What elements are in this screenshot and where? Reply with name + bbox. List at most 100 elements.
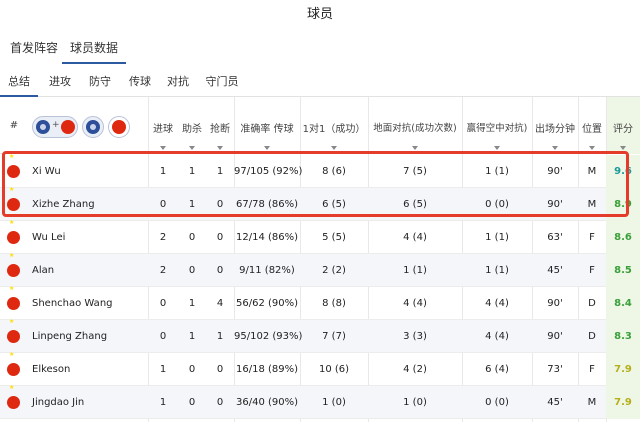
cell-rating: 7.9 — [606, 386, 640, 419]
sub-tabs: 总结 进攻 防守 传球 对抗 守门员 — [0, 68, 640, 97]
china-flag-icon — [7, 351, 20, 376]
cell-goals: 2 — [159, 265, 167, 276]
tab-goalkeeper[interactable]: 守门员 — [204, 68, 240, 97]
cell-assists: 1 — [188, 298, 196, 309]
header-ground-duels[interactable]: 地面对抗(成功次数) — [368, 97, 462, 154]
table-row[interactable]: Elkeson 1 0 0 16/18 (89%) 10 (6) 4 (2) 6 (4) 73'… — [0, 351, 640, 386]
header-rating[interactable]: 评分 — [606, 97, 640, 154]
tab-attack[interactable]: 进攻 — [46, 68, 74, 97]
cell-tackles: 1 — [216, 166, 224, 177]
player-name[interactable]: Xizhe Zhang — [32, 188, 146, 221]
header-aerial-duels[interactable]: 赢得空中对抗) — [462, 97, 532, 154]
table-row[interactable]: Xizhe Zhang 0 1 0 67/78 (86%) 6 (5) 6 (5) 0 (0)… — [0, 186, 640, 221]
cell-aerial-duels: 0 (0) — [485, 397, 509, 408]
cell-goals: 1 — [159, 166, 167, 177]
header-minutes[interactable]: 出场分钟 — [532, 97, 578, 154]
cell-tackles: 1 — [216, 331, 224, 342]
cell-goals: 0 — [159, 298, 167, 309]
cell-rating: 8.3 — [606, 320, 640, 353]
header-tackles[interactable]: 抢断 — [206, 97, 234, 154]
cell-passing: 36/40 (90%) — [235, 397, 299, 408]
header-assists[interactable]: 助杀 — [178, 97, 206, 154]
cell-rating: 8.4 — [606, 287, 640, 320]
header-1v1[interactable]: 1对1（成功） — [300, 97, 368, 154]
cell-minutes: 73' — [547, 364, 563, 375]
cell-1v1: 8 (6) — [322, 166, 346, 177]
china-flag-icon — [112, 120, 126, 134]
cell-ground-duels: 3 (3) — [403, 331, 427, 342]
cell-rating: 8.6 — [606, 221, 640, 254]
table-row[interactable]: Linpeng Zhang 0 1 1 95/102 (93%) 7 (7) 3 (3) 4 … — [0, 318, 640, 353]
cell-rating: 8.9 — [606, 188, 640, 221]
plus-sign: + — [52, 120, 60, 130]
cell-aerial-duels: 1 (1) — [485, 166, 509, 177]
table-row[interactable]: Shenchao Wang 0 1 4 56/62 (90%) 8 (8) 4 (4) 4 (… — [0, 285, 640, 320]
cell-passing: 9/11 (82%) — [239, 265, 295, 276]
cell-aerial-duels: 0 (0) — [485, 199, 509, 210]
china-flag-icon — [7, 153, 20, 178]
player-name[interactable]: Elkeson — [32, 353, 146, 386]
tab-summary[interactable]: 总结 — [0, 68, 38, 97]
cell-rating: 7.9 — [606, 353, 640, 386]
cell-position: F — [589, 265, 595, 276]
cell-assists: 1 — [188, 166, 196, 177]
team-crest-icon — [36, 120, 50, 134]
page-title: 球员 — [306, 7, 333, 22]
cell-assists: 0 — [188, 364, 196, 375]
cell-aerial-duels: 4 (4) — [485, 331, 509, 342]
tab-passing[interactable]: 传球 — [126, 68, 154, 97]
table-row[interactable]: Jingdao Jin 1 0 0 36/40 (90%) 1 (0) 1 (0) 0 (0)… — [0, 384, 640, 419]
cell-minutes: 45' — [547, 265, 563, 276]
cell-passing: 67/78 (86%) — [235, 199, 299, 210]
china-flag-icon — [7, 219, 20, 244]
sort-arrow-icon — [189, 146, 195, 150]
cell-assists: 1 — [188, 199, 196, 210]
cell-aerial-duels: 6 (4) — [485, 364, 509, 375]
stats-table: # + 进球 助杀 抢断 准确率 传球 1对1（成功） 地面对抗(成功次数) 赢… — [0, 97, 640, 422]
cell-1v1: 1 (0) — [322, 397, 346, 408]
header-passing[interactable]: 准确率 传球 — [234, 97, 300, 154]
cell-passing: 12/14 (86%) — [235, 232, 299, 243]
player-name[interactable]: Xi Wu — [32, 155, 146, 188]
cell-tackles: 4 — [216, 298, 224, 309]
cell-minutes: 90' — [547, 298, 563, 309]
cell-goals: 0 — [159, 331, 167, 342]
cell-goals: 1 — [159, 364, 167, 375]
tab-player-stats[interactable]: 球员数据 — [62, 34, 127, 64]
cell-assists: 1 — [188, 331, 196, 342]
china-flag-icon — [7, 384, 20, 409]
cell-ground-duels: 1 (0) — [403, 397, 427, 408]
cell-1v1: 10 (6) — [318, 364, 350, 375]
filter-team-china[interactable] — [108, 116, 130, 138]
filter-both-teams[interactable]: + — [32, 116, 78, 138]
cell-position: F — [589, 232, 595, 243]
player-name[interactable]: Wu Lei — [32, 221, 146, 254]
player-name[interactable]: Jingdao Jin — [32, 386, 146, 419]
header-goals[interactable]: 进球 — [148, 97, 178, 154]
cell-minutes: 90' — [547, 331, 563, 342]
table-row[interactable]: Wu Lei 2 0 0 12/14 (86%) 5 (5) 4 (4) 1 (1) 63' F8… — [0, 219, 640, 254]
sort-arrow-icon — [412, 146, 418, 150]
cell-passing: 97/105 (92%) — [234, 166, 303, 177]
cell-minutes: 90' — [547, 166, 563, 177]
table-row[interactable]: Alan 2 0 0 9/11 (82%) 2 (2) 1 (1) 1 (1) 45' F 8.5 — [0, 252, 640, 287]
cell-1v1: 2 (2) — [322, 265, 346, 276]
cell-aerial-duels: 4 (4) — [485, 298, 509, 309]
tab-duels[interactable]: 对抗 — [164, 68, 192, 97]
filter-team-opponent[interactable] — [82, 116, 104, 138]
cell-ground-duels: 1 (1) — [403, 265, 427, 276]
cell-goals: 0 — [159, 199, 167, 210]
header-index: # — [9, 120, 19, 131]
player-name[interactable]: Linpeng Zhang — [32, 320, 146, 353]
cell-1v1: 7 (7) — [322, 331, 346, 342]
china-flag-icon — [61, 120, 75, 134]
tab-defense[interactable]: 防守 — [86, 68, 114, 97]
header-position[interactable]: 位置 — [578, 97, 606, 154]
table-row[interactable]: Xi Wu 1 1 1 97/105 (92%) 8 (6) 7 (5) 1 (1) 90' M9… — [0, 153, 640, 188]
top-tabs: 首发阵容 球员数据 — [0, 34, 640, 64]
player-name[interactable]: Shenchao Wang — [32, 287, 146, 320]
tab-lineup[interactable]: 首发阵容 — [10, 34, 58, 64]
china-flag-icon — [7, 186, 20, 211]
team-crest-icon — [86, 120, 100, 134]
player-name[interactable]: Alan — [32, 254, 146, 287]
